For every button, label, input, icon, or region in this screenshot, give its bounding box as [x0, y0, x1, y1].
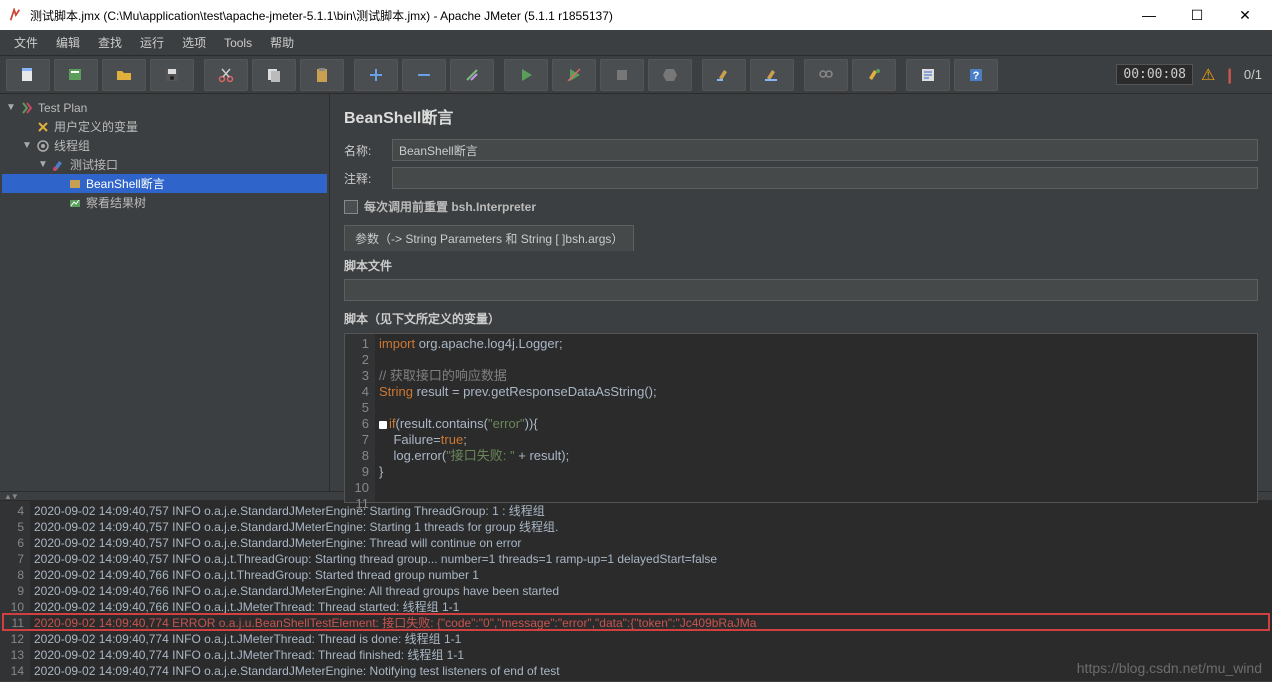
script-file-label: 脚本文件	[330, 251, 1272, 276]
tree-thread-group[interactable]: ▼ 线程组	[2, 136, 327, 155]
parameters-tab[interactable]: 参数（-> String Parameters 和 String [ ]bsh.…	[344, 225, 634, 251]
tree-label: 用户定义的变量	[54, 118, 138, 135]
tree-beanshell-assertion[interactable]: BeanShell断言	[2, 174, 327, 193]
save-button[interactable]	[150, 59, 194, 91]
tree-label: BeanShell断言	[86, 175, 165, 192]
tree-label: 线程组	[54, 137, 90, 154]
maximize-button[interactable]: ☐	[1182, 5, 1212, 25]
comment-input[interactable]	[392, 167, 1258, 189]
templates-button[interactable]	[54, 59, 98, 91]
function-helper-button[interactable]	[906, 59, 950, 91]
error-indicator: ❙	[1223, 66, 1236, 84]
minimize-button[interactable]: —	[1134, 5, 1164, 25]
search-button[interactable]	[804, 59, 848, 91]
warning-icon[interactable]: ⚠	[1201, 65, 1215, 85]
tree-label: 察看结果树	[86, 194, 146, 211]
copy-button[interactable]	[252, 59, 296, 91]
shutdown-button[interactable]	[648, 59, 692, 91]
tree-label: 测试接口	[70, 156, 118, 173]
svg-text:?: ?	[973, 70, 980, 82]
assertion-icon	[67, 177, 83, 191]
listener-icon	[67, 196, 83, 210]
paste-button[interactable]	[300, 59, 344, 91]
start-button[interactable]	[504, 59, 548, 91]
menu-options[interactable]: 选项	[174, 31, 214, 54]
tree-label: Test Plan	[38, 101, 87, 115]
reset-interpreter-label: 每次调用前重置 bsh.Interpreter	[364, 198, 536, 215]
menubar: 文件 编辑 查找 运行 选项 Tools 帮助	[0, 30, 1272, 56]
script-file-input[interactable]	[344, 279, 1258, 301]
menu-run[interactable]: 运行	[132, 31, 172, 54]
toggle-button[interactable]	[450, 59, 494, 91]
name-input[interactable]	[392, 139, 1258, 161]
testplan-icon	[19, 101, 35, 115]
close-button[interactable]: ✕	[1230, 5, 1260, 25]
start-no-pauses-button[interactable]	[552, 59, 596, 91]
reset-search-button[interactable]	[852, 59, 896, 91]
menu-help[interactable]: 帮助	[262, 31, 302, 54]
comment-label: 注释:	[344, 170, 384, 187]
help-button[interactable]: ?	[954, 59, 998, 91]
expand-button[interactable]	[354, 59, 398, 91]
tree-sampler[interactable]: ▼ 测试接口	[2, 155, 327, 174]
menu-file[interactable]: 文件	[6, 31, 46, 54]
new-button[interactable]	[6, 59, 50, 91]
panel-title: BeanShell断言	[330, 94, 1272, 136]
toolbar: ? 00:00:08 ⚠ ❙ 0/1	[0, 56, 1272, 94]
name-label: 名称:	[344, 142, 384, 159]
variables-icon	[35, 120, 51, 134]
tree-udv[interactable]: 用户定义的变量	[2, 117, 327, 136]
log-viewer[interactable]: 4567891011121314 2020-09-02 14:09:40,757…	[0, 501, 1272, 681]
clear-button[interactable]	[702, 59, 746, 91]
reset-interpreter-checkbox[interactable]	[344, 200, 358, 214]
script-label: 脚本（见下文所定义的变量）	[330, 304, 1272, 329]
open-button[interactable]	[102, 59, 146, 91]
window-title: 测试脚本.jmx (C:\Mu\application\test\apache-…	[30, 7, 1134, 24]
tree-test-plan[interactable]: ▼ Test Plan	[2, 98, 327, 117]
collapse-button[interactable]	[402, 59, 446, 91]
titlebar: 测试脚本.jmx (C:\Mu\application\test\apache-…	[0, 0, 1272, 30]
threadgroup-icon	[35, 139, 51, 153]
sampler-icon	[51, 158, 67, 172]
stop-button[interactable]	[600, 59, 644, 91]
element-config-panel: BeanShell断言 名称: 注释: 每次调用前重置 bsh.Interpre…	[330, 94, 1272, 491]
clear-all-button[interactable]	[750, 59, 794, 91]
elapsed-time: 00:00:08	[1116, 64, 1193, 85]
jmeter-icon	[8, 7, 24, 23]
log-gutter: 4567891011121314	[0, 501, 30, 681]
editor-gutter: 1234567891011	[345, 334, 375, 502]
menu-tools[interactable]: Tools	[216, 33, 260, 53]
menu-edit[interactable]: 编辑	[48, 31, 88, 54]
cut-button[interactable]	[204, 59, 248, 91]
test-plan-tree[interactable]: ▼ Test Plan 用户定义的变量 ▼ 线程组 ▼ 测试接口 BeanShe…	[0, 94, 330, 491]
script-editor[interactable]: 1234567891011 import org.apache.log4j.Lo…	[344, 333, 1258, 503]
tree-view-results-tree[interactable]: 察看结果树	[2, 193, 327, 212]
watermark: https://blog.csdn.net/mu_wind	[1077, 660, 1262, 676]
thread-counter: 0/1	[1244, 67, 1262, 82]
menu-search[interactable]: 查找	[90, 31, 130, 54]
